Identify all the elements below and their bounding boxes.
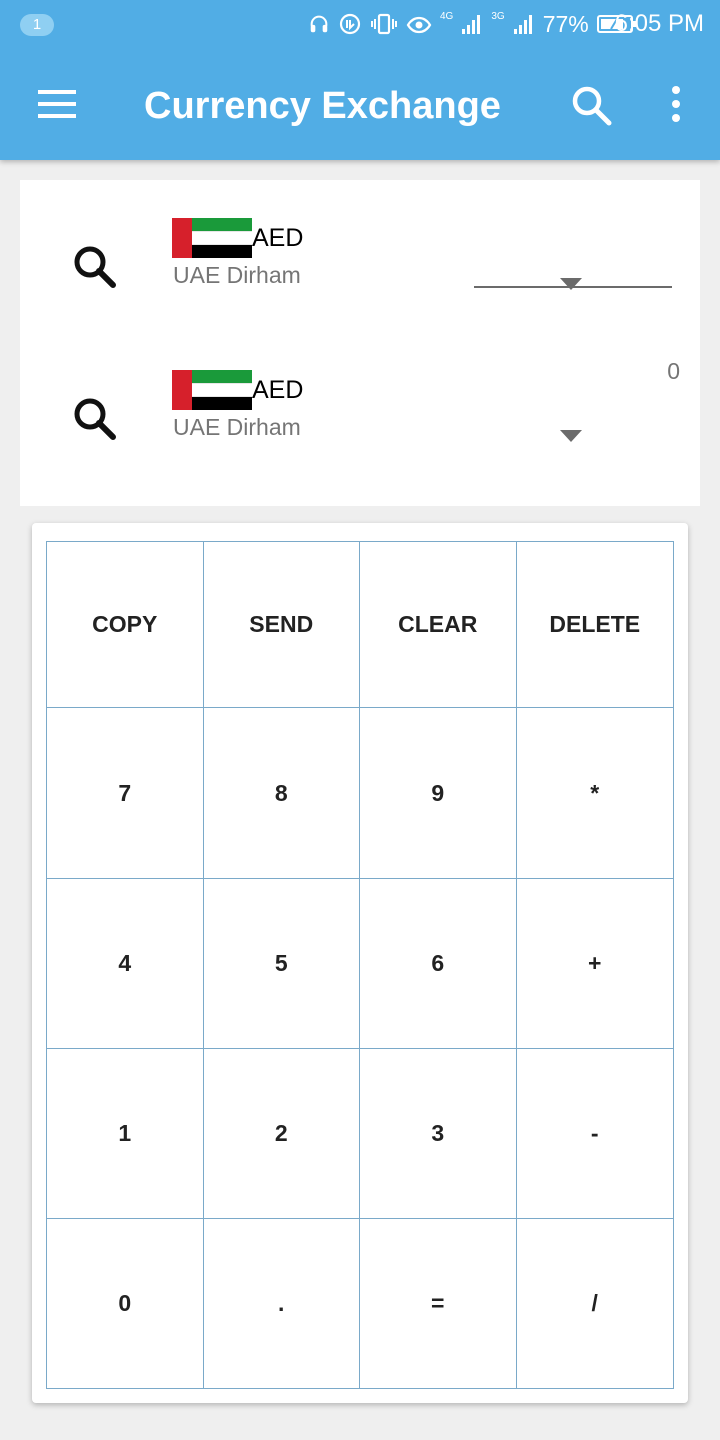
key-multiply[interactable]: * (516, 708, 673, 879)
more-vert-icon[interactable] (656, 80, 696, 130)
delete-button[interactable]: DELETE (516, 542, 673, 708)
key-equals[interactable]: = (360, 1219, 517, 1388)
key-decimal[interactable]: . (203, 1219, 360, 1388)
vibrate-icon (371, 13, 397, 35)
key-9[interactable]: 9 (360, 708, 517, 879)
send-button[interactable]: SEND (203, 542, 360, 708)
from-currency-row: AED UAE Dirham (20, 200, 700, 320)
keypad-card: COPY SEND CLEAR DELETE 7 8 9 * 4 5 6 + 1… (32, 523, 688, 1403)
key-1[interactable]: 1 (47, 1049, 204, 1219)
signal-3g-icon (513, 15, 532, 34)
key-3[interactable]: 3 (360, 1049, 517, 1219)
converted-result: 0 (667, 358, 680, 384)
uae-flag-icon (172, 218, 252, 258)
eye-icon (406, 16, 432, 34)
uae-flag-icon (172, 370, 252, 410)
from-currency-selector[interactable]: AED UAE Dirham (172, 218, 582, 298)
top-bar: 1 4G 3G 77% 6:05 PM Currency Exchange (0, 0, 720, 160)
data-saver-icon (339, 13, 361, 35)
key-plus[interactable]: + (516, 879, 673, 1049)
network-3g-label: 3G (491, 10, 505, 22)
status-bar: 1 4G 3G 77% 6:05 PM (0, 0, 720, 48)
key-8[interactable]: 8 (203, 708, 360, 879)
keypad: COPY SEND CLEAR DELETE 7 8 9 * 4 5 6 + 1… (46, 541, 674, 1389)
key-4[interactable]: 4 (47, 879, 204, 1049)
search-icon[interactable] (68, 392, 124, 448)
key-5[interactable]: 5 (203, 879, 360, 1049)
search-icon[interactable] (568, 82, 616, 130)
notification-badge: 1 (20, 14, 54, 36)
to-currency-selector[interactable]: AED UAE Dirham (172, 370, 582, 450)
battery-percent: 77% (542, 10, 589, 37)
currency-code: AED (252, 224, 304, 252)
clear-button[interactable]: CLEAR (360, 542, 517, 708)
status-icons: 4G 3G 77% (308, 10, 637, 38)
currency-code: AED (252, 376, 304, 404)
key-2[interactable]: 2 (203, 1049, 360, 1219)
key-7[interactable]: 7 (47, 708, 204, 879)
copy-button[interactable]: COPY (47, 542, 204, 708)
app-title: Currency Exchange (144, 85, 501, 127)
search-icon[interactable] (68, 240, 124, 296)
currency-name: UAE Dirham (173, 262, 301, 288)
menu-icon[interactable] (30, 78, 82, 130)
amount-input[interactable] (474, 244, 672, 288)
key-divide[interactable]: / (516, 1219, 673, 1388)
to-currency-row: AED UAE Dirham (20, 352, 700, 472)
status-clock: 6:05 PM (614, 10, 704, 37)
signal-4g-icon (462, 15, 481, 34)
key-0[interactable]: 0 (47, 1219, 204, 1388)
key-minus[interactable]: - (516, 1049, 673, 1219)
headset-icon (310, 15, 328, 33)
dropdown-arrow-icon[interactable] (560, 430, 582, 442)
network-4g-label: 4G (440, 10, 454, 22)
converter-card: AED UAE Dirham AED UAE Dirham 0 (20, 180, 700, 506)
app-bar: Currency Exchange (0, 48, 720, 160)
key-6[interactable]: 6 (360, 879, 517, 1049)
currency-name: UAE Dirham (173, 414, 301, 440)
